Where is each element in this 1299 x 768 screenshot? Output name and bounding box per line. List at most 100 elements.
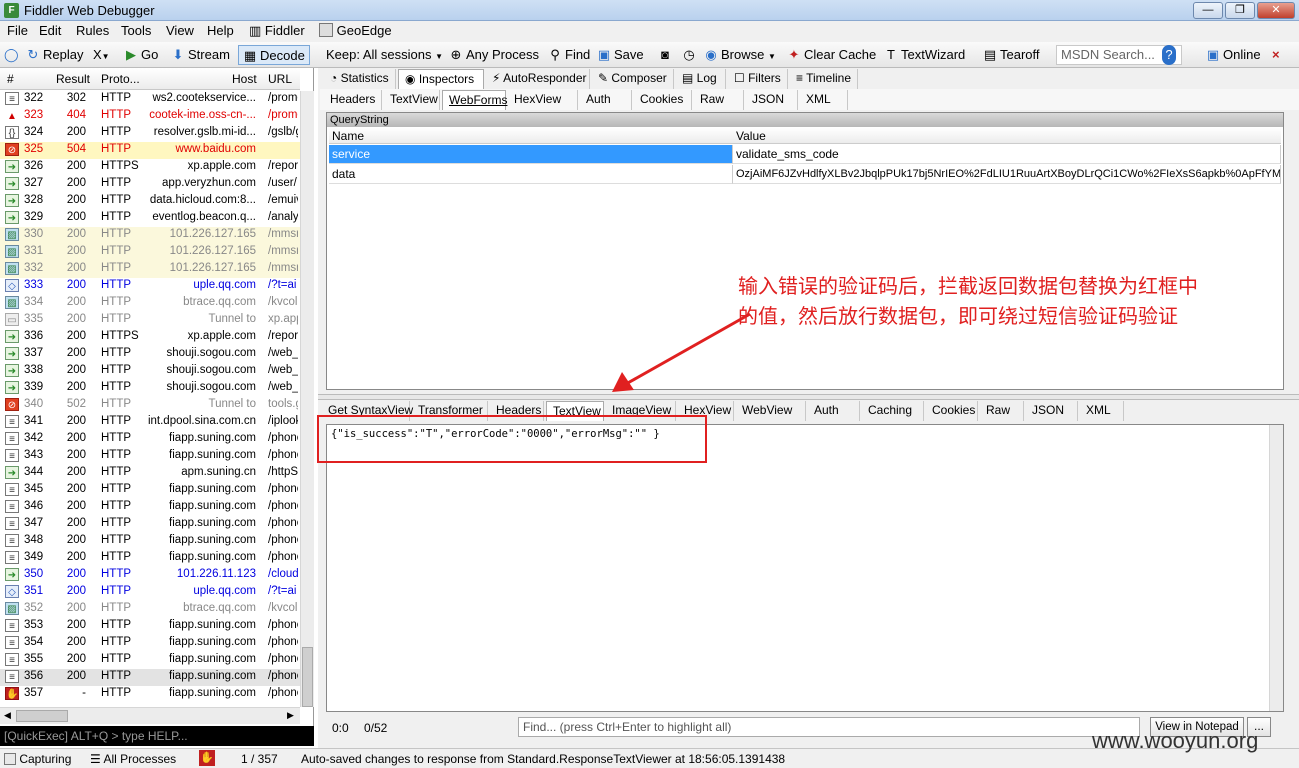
qs-value-data[interactable]: OzjAiMF6JZvHdlfyXLBv2JbqlpPUk17bj5NrIEO%… xyxy=(733,165,1281,184)
any-process-button[interactable]: ⊕ Any Process xyxy=(449,45,539,65)
keep-sessions-dropdown[interactable]: Keep: All sessions ▼ xyxy=(326,45,443,65)
session-row[interactable]: ➜ 326 200 HTTPS xp.apple.com/repor xyxy=(0,159,300,176)
name-column-header[interactable]: Name xyxy=(332,129,364,143)
session-row[interactable]: ≡356200HTTPfiapp.suning.com/phone xyxy=(0,669,300,686)
tab-autoresponder[interactable]: ⚡ AutoResponder xyxy=(486,69,590,89)
decode-button[interactable]: ▦ Decode xyxy=(238,45,310,65)
column-number[interactable]: # xyxy=(7,72,14,86)
scroll-thumb[interactable] xyxy=(16,710,68,722)
find-input[interactable]: Find... (press Ctrl+Enter to highlight a… xyxy=(518,717,1140,737)
browse-button[interactable]: ◉ Browse ▼ xyxy=(704,45,776,65)
session-row[interactable]: ➜328200HTTPdata.hicloud.com:8.../emuiv xyxy=(0,193,300,210)
session-row[interactable]: ≡ 341 200 HTTP int.dpool.sina.com.cn/iplook xyxy=(0,414,300,431)
session-row[interactable]: ✋357-HTTPfiapp.suning.com/phone xyxy=(0,686,300,703)
session-row[interactable]: ≡347200HTTPfiapp.suning.com/phone xyxy=(0,516,300,533)
stream-button[interactable]: ⬇ Stream xyxy=(171,45,230,65)
close-icon[interactable]: ✕ xyxy=(1257,2,1295,19)
response-tab-xml[interactable]: XML xyxy=(1080,401,1124,421)
request-tab-raw[interactable]: Raw xyxy=(694,90,744,110)
timer-button[interactable]: ◷ xyxy=(682,45,699,65)
menu-rules[interactable]: Rules xyxy=(76,23,109,38)
sessions-horizontal-scrollbar[interactable]: ◀ ▶ xyxy=(0,707,300,724)
menu-edit[interactable]: Edit xyxy=(39,23,61,38)
response-tab-json[interactable]: JSON xyxy=(1026,401,1078,421)
menu-file[interactable]: File xyxy=(7,23,28,38)
session-row[interactable]: ≡354200HTTPfiapp.suning.com/phone xyxy=(0,635,300,652)
value-column-header[interactable]: Value xyxy=(736,129,766,143)
tab-timeline[interactable]: ≡ Timeline xyxy=(790,69,858,89)
quickexec-input[interactable]: [QuickExec] ALT+Q > type HELP... xyxy=(0,726,314,746)
column-host[interactable]: Host xyxy=(232,72,257,86)
qs-name-service[interactable]: service xyxy=(329,145,733,164)
tab-log[interactable]: ▤ Log xyxy=(676,69,726,89)
session-row[interactable]: ▨ 334 200 HTTP btrace.qq.com/kvcoll xyxy=(0,295,300,312)
tab-inspectors[interactable]: ◉ Inspectors xyxy=(398,69,484,89)
session-row[interactable]: ➜ 337 200 HTTP shouji.sogou.com/web_ xyxy=(0,346,300,363)
maximize-icon[interactable]: ❐ xyxy=(1225,2,1255,19)
find-button[interactable]: ⚲ Find xyxy=(548,45,590,65)
session-row[interactable]: ≡343200HTTPfiapp.suning.com/phone xyxy=(0,448,300,465)
request-tab-auth[interactable]: Auth xyxy=(580,90,632,110)
session-row[interactable]: ≡355200HTTPfiapp.suning.com/phone xyxy=(0,652,300,669)
session-row[interactable]: ▲323404HTTPcootek-ime.oss-cn-.../promo xyxy=(0,108,300,125)
tearoff-button[interactable]: ▤ Tearoff xyxy=(983,45,1040,65)
process-filter[interactable]: ☰ All Processes xyxy=(90,752,176,766)
session-row[interactable]: ➜ 338 200 HTTP shouji.sogou.com/web_ xyxy=(0,363,300,380)
column-protocol[interactable]: Proto... xyxy=(101,72,140,86)
response-scrollbar[interactable] xyxy=(1269,425,1283,711)
menu-geoedge[interactable]: GeoEdge xyxy=(319,23,392,38)
session-row[interactable]: ▨ 352 200 HTTP btrace.qq.com/kvcoll xyxy=(0,601,300,618)
response-tab-auth[interactable]: Auth xyxy=(808,401,860,421)
replay-button[interactable]: ↻ Replay xyxy=(26,45,84,65)
session-row[interactable]: {} 324 200 HTTP resolver.gslb.mi-id.../gslb/… xyxy=(0,125,300,142)
tab-statistics[interactable]: ◔ Statistics xyxy=(324,69,396,89)
menu-tools[interactable]: Tools xyxy=(121,23,151,38)
remove-button[interactable]: X▼ xyxy=(93,45,110,65)
session-row[interactable]: ◇ 351 200 HTTP uple.qq.com/?t=ai xyxy=(0,584,300,601)
response-tab-caching[interactable]: Caching xyxy=(862,401,924,421)
session-row[interactable]: ▭335200HTTPTunnel toxp.app xyxy=(0,312,300,329)
close-toolbar-button[interactable]: × xyxy=(1272,45,1280,65)
scroll-right-icon[interactable]: ▶ xyxy=(287,710,294,721)
request-tab-json[interactable]: JSON xyxy=(746,90,798,110)
menu-fiddler[interactable]: ▥ Fiddler xyxy=(249,23,305,39)
session-row[interactable]: ➜ 327 200 HTTP app.veryzhun.com/user/ xyxy=(0,176,300,193)
session-row[interactable]: ≡322302HTTPws2.cootekservice.../promo xyxy=(0,91,300,108)
session-row[interactable]: ▨ 332 200 HTTP 101.226.127.165/mmsr xyxy=(0,261,300,278)
session-row[interactable]: ≡349200HTTPfiapp.suning.com/phone xyxy=(0,550,300,567)
session-row[interactable]: ➜ 344 200 HTTP apm.suning.cn/httpS xyxy=(0,465,300,482)
request-tab-xml[interactable]: XML xyxy=(800,90,848,110)
session-row[interactable]: ⊘ 325 504 HTTP www.baidu.com xyxy=(0,142,300,159)
tab-filters[interactable]: ☐ Filters xyxy=(728,69,788,89)
session-row[interactable]: ➜ 329 200 HTTP eventlog.beacon.q.../analy xyxy=(0,210,300,227)
session-row[interactable]: ≡345200HTTPfiapp.suning.com/phone xyxy=(0,482,300,499)
save-button[interactable]: ▣ Save xyxy=(597,45,644,65)
request-tab-hexview[interactable]: HexView xyxy=(508,90,578,110)
request-tab-webforms[interactable]: WebForms xyxy=(442,90,507,110)
menu-help[interactable]: Help xyxy=(207,23,234,38)
response-tab-webview[interactable]: WebView xyxy=(736,401,806,421)
minimize-icon[interactable]: — xyxy=(1193,2,1223,19)
textwizard-button[interactable]: T TextWizard xyxy=(884,45,965,65)
session-row[interactable]: ▨ 331 200 HTTP 101.226.127.165/mmsr xyxy=(0,244,300,261)
request-tab-textview[interactable]: TextView xyxy=(384,90,440,110)
session-row[interactable]: ≡353200HTTPfiapp.suning.com/phone xyxy=(0,618,300,635)
session-row[interactable]: ⊘340502HTTPTunnel totools.g xyxy=(0,397,300,414)
response-tab-raw[interactable]: Raw xyxy=(980,401,1024,421)
column-result[interactable]: Result xyxy=(56,72,90,86)
capturing-indicator[interactable]: Capturing xyxy=(4,752,71,766)
help-button[interactable]: ? xyxy=(1162,45,1179,65)
menu-view[interactable]: View xyxy=(166,23,194,38)
comment-button[interactable]: ◯ xyxy=(4,45,21,65)
session-row[interactable]: ➜ 350 200 HTTP 101.226.11.123/cloud xyxy=(0,567,300,584)
request-tab-headers[interactable]: Headers xyxy=(324,90,382,110)
scroll-thumb[interactable] xyxy=(302,647,313,707)
qs-name-data[interactable]: data xyxy=(329,165,733,184)
qs-value-service[interactable]: validate_sms_code xyxy=(733,145,1281,164)
response-text-view[interactable]: {"is_success":"T","errorCode":"0000","er… xyxy=(326,424,1284,712)
screenshot-button[interactable]: ◙ xyxy=(658,45,675,65)
tab-composer[interactable]: ✎ Composer xyxy=(592,69,674,89)
clear-cache-button[interactable]: ✦ Clear Cache xyxy=(787,45,877,65)
online-button[interactable]: ▣ Online xyxy=(1206,45,1261,65)
column-url[interactable]: URL xyxy=(268,72,292,86)
